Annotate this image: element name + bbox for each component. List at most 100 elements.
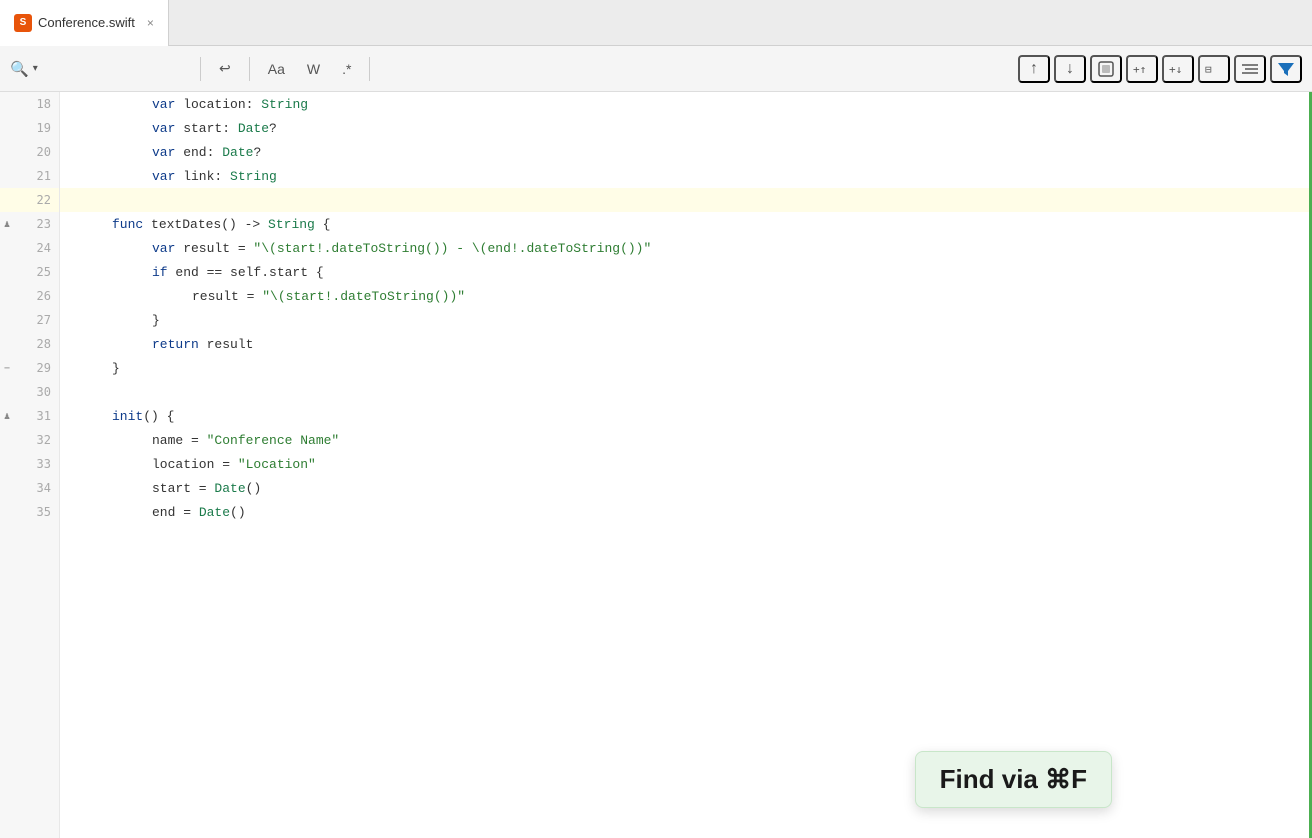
token-plain: end == self.start { bbox=[168, 265, 324, 280]
token-plain: result = bbox=[175, 241, 253, 256]
code-line-29: } bbox=[60, 356, 1312, 380]
line-number-33: 33 bbox=[0, 452, 59, 476]
line-number-34: 34 bbox=[0, 476, 59, 500]
code-line-24: var result = "\(start!.dateToString()) -… bbox=[60, 236, 1312, 260]
select-match-button[interactable] bbox=[1090, 55, 1122, 83]
line-number-26: 26 bbox=[0, 284, 59, 308]
token-plain: location: bbox=[175, 97, 261, 112]
code-area: 1819202122♟232425262728−2930♟3132333435 … bbox=[0, 92, 1312, 838]
tab-bar: S Conference.swift × bbox=[0, 0, 1312, 46]
gutter-icon-shield: ♟ bbox=[4, 411, 10, 422]
token-plain: ? bbox=[269, 121, 277, 136]
token-kw: var bbox=[152, 241, 175, 256]
line-number-31: ♟ 31 bbox=[0, 404, 59, 428]
line-num-text: 29 bbox=[37, 361, 51, 375]
line-number-30: 30 bbox=[0, 380, 59, 404]
filter-button[interactable] bbox=[1270, 55, 1302, 83]
code-line-18: var location: String bbox=[60, 92, 1312, 116]
search-box[interactable]: 🔍 ▾ bbox=[10, 60, 190, 78]
code-line-21: var link: String bbox=[60, 164, 1312, 188]
line-num-text: 34 bbox=[37, 481, 51, 495]
separator-3 bbox=[369, 57, 370, 81]
separator-2 bbox=[249, 57, 250, 81]
code-line-28: return result bbox=[60, 332, 1312, 356]
token-plain: name = bbox=[152, 433, 207, 448]
token-type: Date bbox=[238, 121, 269, 136]
svg-text:+↑: +↑ bbox=[1133, 63, 1146, 76]
token-plain: start = bbox=[152, 481, 214, 496]
regex-button[interactable]: .* bbox=[334, 57, 359, 81]
line-num-text: 30 bbox=[37, 385, 51, 399]
code-line-34: start = Date() bbox=[60, 476, 1312, 500]
tab-close-button[interactable]: × bbox=[147, 16, 154, 30]
code-line-20: var end: Date? bbox=[60, 140, 1312, 164]
undo-button[interactable]: ↩ bbox=[211, 56, 239, 81]
code-line-30 bbox=[60, 380, 1312, 404]
code-line-31: init() { bbox=[60, 404, 1312, 428]
arrow-up-button[interactable]: ↑ bbox=[1018, 55, 1050, 83]
code-line-25: if end == self.start { bbox=[60, 260, 1312, 284]
token-plain: location = bbox=[152, 457, 238, 472]
whole-word-button[interactable]: W bbox=[299, 57, 328, 81]
token-kw: return bbox=[152, 337, 199, 352]
code-line-33: location = "Location" bbox=[60, 452, 1312, 476]
token-kw: init bbox=[112, 409, 143, 424]
arrow-down-button[interactable]: ↓ bbox=[1054, 55, 1086, 83]
match-case-button[interactable]: Aa bbox=[260, 57, 293, 81]
line-number-28: 28 bbox=[0, 332, 59, 356]
line-num-text: 20 bbox=[37, 145, 51, 159]
search-chevron-icon[interactable]: ▾ bbox=[33, 63, 38, 74]
line-num-text: 28 bbox=[37, 337, 51, 351]
line-number-18: 18 bbox=[0, 92, 59, 116]
line-num-text: 35 bbox=[37, 505, 51, 519]
token-plain: result = bbox=[192, 289, 262, 304]
line-number-23: ♟23 bbox=[0, 212, 59, 236]
token-type: String bbox=[230, 169, 277, 184]
line-number-24: 24 bbox=[0, 236, 59, 260]
token-plain: ? bbox=[253, 145, 261, 160]
token-plain: textDates() -> bbox=[143, 217, 268, 232]
line-number-22: 22 bbox=[0, 188, 59, 212]
code-line-27: } bbox=[60, 308, 1312, 332]
add-cursor-up-button[interactable]: +↑ bbox=[1126, 55, 1158, 83]
select-column-button[interactable]: ⊟ bbox=[1198, 55, 1230, 83]
token-plain: result bbox=[199, 337, 254, 352]
token-kw: if bbox=[152, 265, 168, 280]
token-str: "\(start!.dateToString())" bbox=[262, 289, 465, 304]
line-num-text: 18 bbox=[37, 97, 51, 111]
token-plain: link: bbox=[175, 169, 230, 184]
token-plain: () bbox=[246, 481, 262, 496]
line-number-27: 27 bbox=[0, 308, 59, 332]
file-tab[interactable]: S Conference.swift × bbox=[0, 0, 169, 46]
add-cursor-down-button[interactable]: +↓ bbox=[1162, 55, 1194, 83]
line-num-text: 33 bbox=[37, 457, 51, 471]
code-content[interactable]: var location: Stringvar start: Date?var … bbox=[60, 92, 1312, 838]
token-type: Date bbox=[214, 481, 245, 496]
line-number-21: 21 bbox=[0, 164, 59, 188]
line-num-text: 26 bbox=[37, 289, 51, 303]
indent-button[interactable] bbox=[1234, 55, 1266, 83]
line-numbers: 1819202122♟232425262728−2930♟3132333435 bbox=[0, 92, 60, 838]
line-num-text: 27 bbox=[37, 313, 51, 327]
line-num-text: 23 bbox=[37, 217, 51, 231]
line-number-20: 20 bbox=[0, 140, 59, 164]
line-number-29: −29 bbox=[0, 356, 59, 380]
line-num-text: 31 bbox=[37, 409, 51, 423]
line-num-text: 32 bbox=[37, 433, 51, 447]
code-line-22 bbox=[60, 188, 1312, 212]
token-plain: () { bbox=[143, 409, 174, 424]
code-line-32: name = "Conference Name" bbox=[60, 428, 1312, 452]
token-kw: var bbox=[152, 169, 175, 184]
token-plain: end: bbox=[175, 145, 222, 160]
separator-1 bbox=[200, 57, 201, 81]
find-tooltip-text: Find via ⌘F bbox=[940, 764, 1087, 794]
token-kw: var bbox=[152, 121, 175, 136]
toolbar-right: ↑ ↓ +↑ +↓ ⊟ bbox=[1018, 55, 1302, 83]
token-type: Date bbox=[199, 505, 230, 520]
token-type: String bbox=[261, 97, 308, 112]
token-kw: func bbox=[112, 217, 143, 232]
token-type: Date bbox=[222, 145, 253, 160]
line-num-text: 25 bbox=[37, 265, 51, 279]
search-icon: 🔍 bbox=[10, 60, 29, 78]
token-type: String bbox=[268, 217, 315, 232]
